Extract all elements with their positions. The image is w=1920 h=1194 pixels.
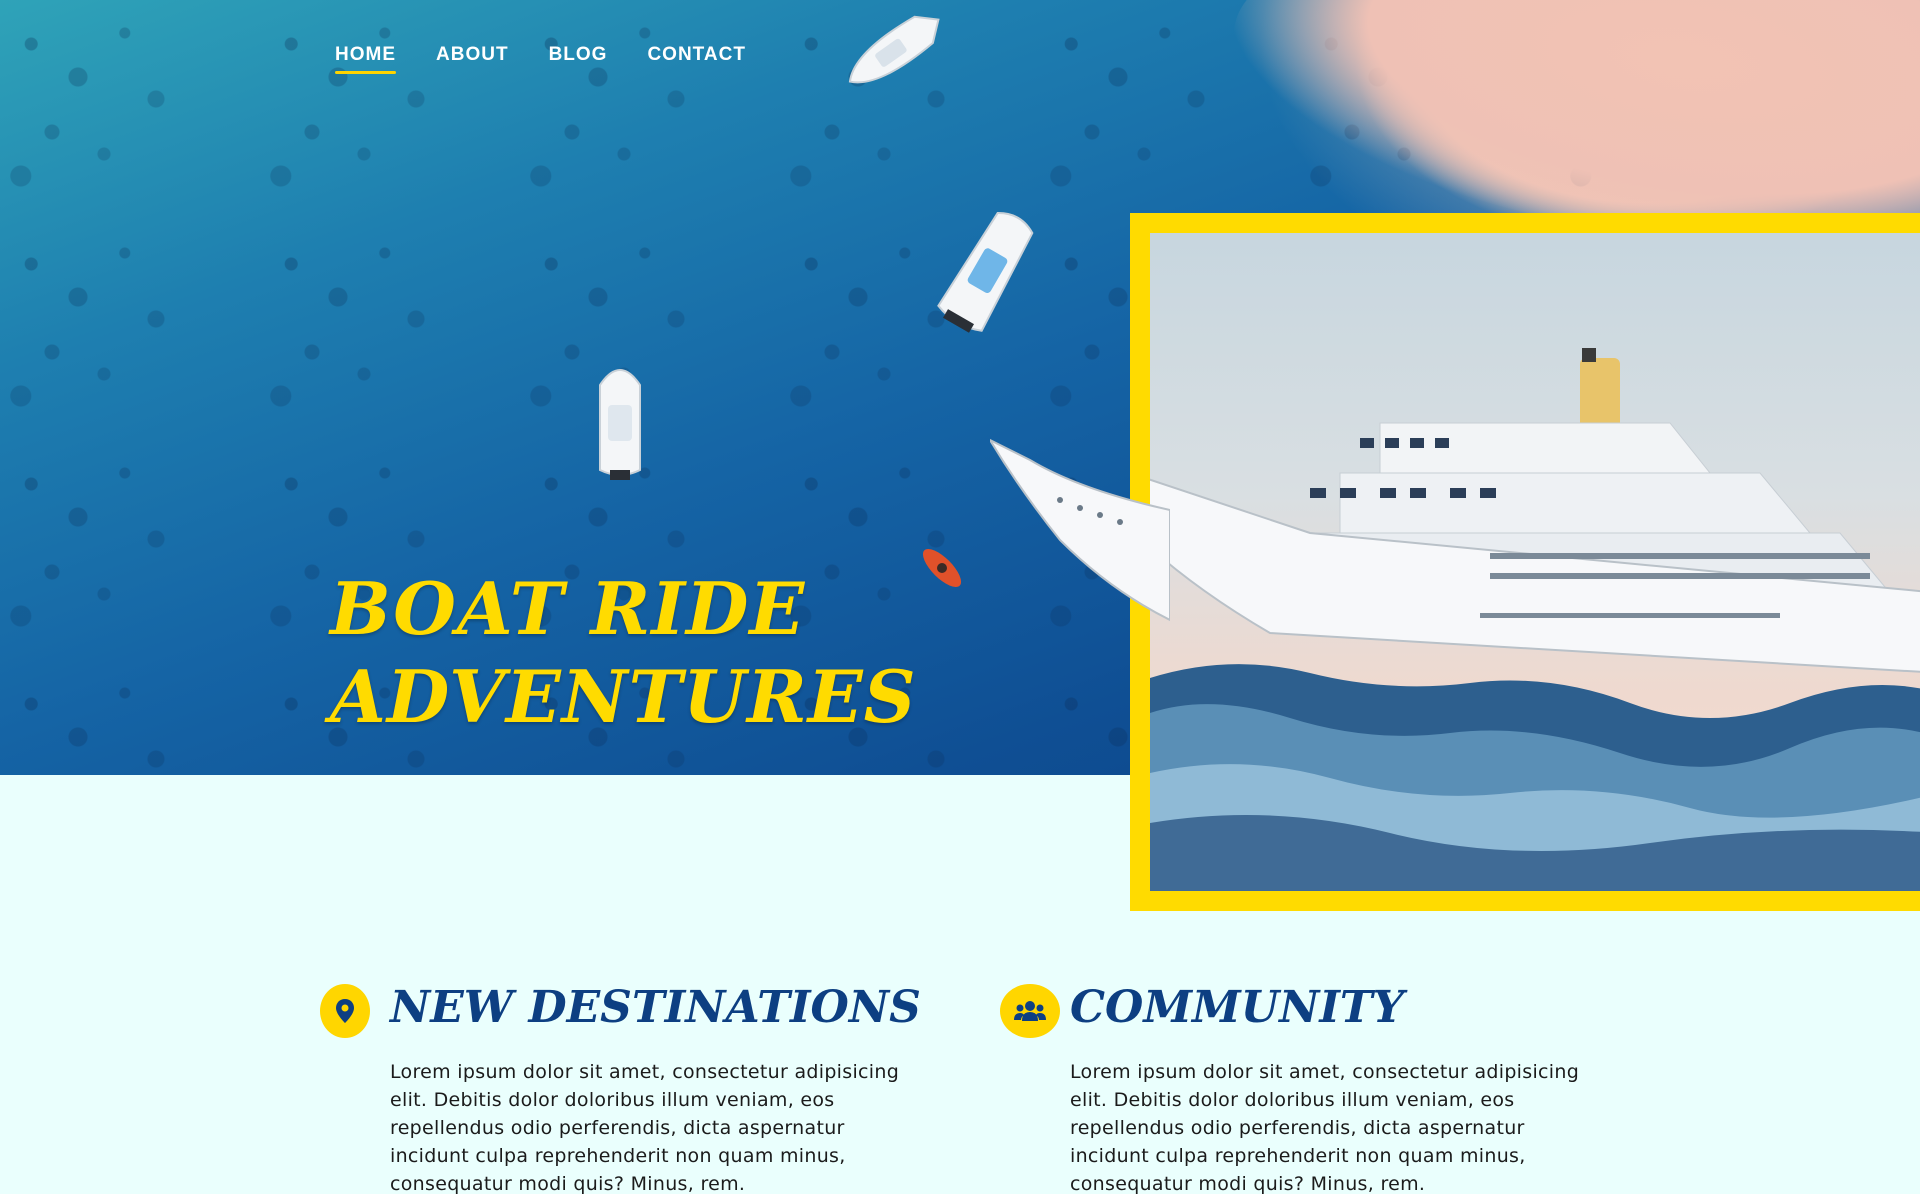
cruise-ship-frame (1130, 213, 1920, 911)
feature-title: COMMUNITY (1070, 982, 1405, 1033)
hero-title-line-2: ADVENTURES (330, 654, 917, 739)
boat-image-middle (937, 212, 1034, 333)
feature-text: Lorem ipsum dolor sit amet, consectetur … (390, 1061, 900, 1194)
cruise-ship-image (1150, 233, 1920, 891)
boat-image-left (599, 369, 641, 480)
nav-about[interactable]: ABOUT (436, 44, 509, 74)
nav-home[interactable]: HOME (335, 44, 396, 74)
feature-text: Lorem ipsum dolor sit amet, consectetur … (1070, 1061, 1580, 1194)
nav-contact[interactable]: CONTACT (647, 44, 745, 74)
hero-title: BOAT RIDE ADVENTURES (330, 565, 917, 741)
hero-title-line-1: BOAT RIDE (330, 566, 806, 651)
main-nav: HOME ABOUT BLOG CONTACT (335, 44, 746, 74)
kayak-image (922, 548, 962, 588)
nav-blog[interactable]: BLOG (549, 44, 608, 74)
boat-image-top (848, 15, 940, 84)
cruise-ship-illustration (1150, 348, 1920, 891)
page: HOME ABOUT BLOG CONTACT BOAT RIDE ADVENT… (0, 0, 1920, 1194)
map-pin-icon (320, 984, 370, 1038)
feature-title: NEW DESTINATIONS (390, 982, 921, 1033)
cruise-ship-bow (990, 438, 1170, 622)
users-icon (1000, 984, 1060, 1038)
